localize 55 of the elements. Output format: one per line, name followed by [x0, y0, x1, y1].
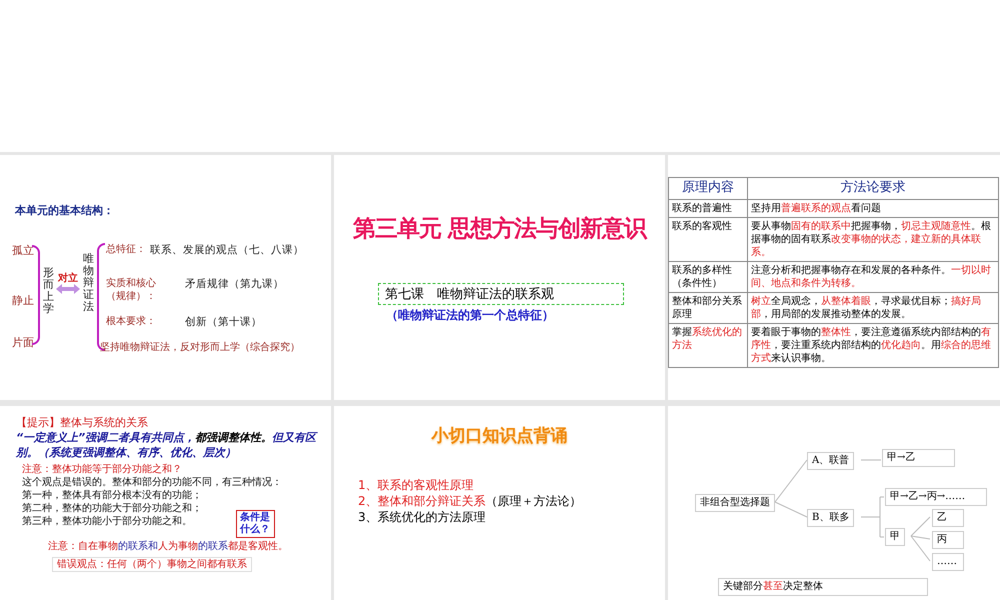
- leaf-node: ……: [932, 553, 964, 571]
- column-header: 方法论要求: [748, 178, 998, 200]
- branch-node: A、联普: [807, 452, 854, 470]
- term-label: 片面: [12, 335, 34, 350]
- slide-heading: 【提示】整体与系统的关系: [16, 416, 149, 430]
- arrow-label: 对立: [58, 271, 78, 285]
- boxed-text: 错误观点：任何（两个）事物之间都有联系: [52, 556, 252, 572]
- leaf-node: 甲→乙→丙→……: [885, 488, 987, 506]
- table-cell: 要从事物固有的联系中把握事物，切忌主观随意性。根据事物的固有联系改变事物的状态，建立新的具体联系。: [748, 217, 998, 262]
- list-item: 2、整体和部分辩证关系（原理＋方法论）: [358, 493, 583, 510]
- item-text: 联系、发展的观点（七、八课）: [150, 243, 304, 257]
- text-box: 关键部分甚至决定整体: [718, 578, 928, 596]
- text-line: 第二种，整体的功能大于部分功能之和；: [21, 502, 202, 515]
- text-line: 这个观点是错误的。整体和部分的功能不同，有三种情况：: [21, 476, 282, 489]
- table-cell: 整体和部分关系原理: [668, 292, 748, 324]
- leaf-node: 甲: [885, 528, 905, 546]
- table-cell: 掌握系统优化的方法: [668, 323, 748, 368]
- vertical-label: 形而上学: [43, 267, 54, 316]
- item-text: 创新（第十课）: [185, 315, 262, 329]
- leaf-node: 丙: [932, 531, 964, 549]
- item-label: 实质和核心 （规律）：: [106, 277, 156, 303]
- slide-title: 小切口知识点背诵: [430, 425, 568, 447]
- subtitle: （唯物辩证法的第一个总特征）: [386, 307, 554, 324]
- note-text: 注意：自在事物的联系和人为事物的联系都是客观性。: [47, 540, 288, 553]
- term-label: 孤立: [12, 243, 34, 258]
- root-node: 非组合型选择题: [695, 494, 775, 512]
- table-cell: 联系的客观性: [668, 217, 748, 262]
- slide-heading: 本单元的基本结构：: [15, 203, 114, 218]
- table-cell: 要着眼于事物的整体性，要注意遵循系统内部结构的有序性，要注重系统内部结构的优化趋向。用综合的思维方式来认识事物。: [748, 323, 998, 368]
- callout-text: 条件是什么？: [236, 510, 275, 538]
- table-cell: 注意分析和把握事物存在和发展的各种条件。一切以时间、地点和条件为转移。: [748, 261, 998, 292]
- slide-title: 第三单元 思想方法与创新意识: [352, 215, 648, 244]
- vertical-label: 唯物辩证法: [83, 253, 94, 314]
- footer-text: 坚持唯物辩证法，反对形而上学（综合探究）: [100, 341, 300, 354]
- term-label: 静止: [12, 293, 34, 308]
- note-text: 注意：整体功能等于部分功能之和？: [21, 462, 183, 476]
- table-cell: 联系的普遍性: [668, 199, 748, 218]
- branch-node: B、联多: [807, 509, 854, 527]
- text-line: 第一种，整体具有部分根本没有的功能；: [21, 488, 202, 502]
- double-arrow-icon: [56, 284, 80, 294]
- list-item: 3、系统优化的方法原理: [358, 509, 487, 526]
- table-cell: 树立全局观念，从整体着眼，寻求最优目标；搞好局部，用局部的发展推动整体的发展。: [748, 292, 998, 324]
- item-text: 矛盾规律（第九课）: [185, 277, 284, 291]
- paragraph: “一定意义上”强调二者具有共同点，都强调整体性。但又有区别。（系统更强调整体、有序、优化、层次）: [16, 431, 319, 460]
- item-label: 根本要求：: [106, 315, 156, 328]
- text-line: 第三种，整体功能小于部分功能之和。: [21, 514, 192, 528]
- lesson-title: 第七课 唯物辩证法的联系观: [378, 283, 624, 305]
- table-cell: 联系的多样性（条件性）: [668, 261, 748, 292]
- connector-line: [860, 496, 884, 538]
- column-header: 原理内容: [668, 178, 748, 200]
- leaf-node: 甲→乙: [882, 449, 955, 467]
- item-label: 总特征：: [106, 243, 146, 256]
- table-cell: 坚持用普遍联系的观点看问题: [748, 199, 998, 218]
- list-item: 1、联系的客观性原理: [358, 477, 475, 494]
- leaf-node: 乙: [932, 509, 964, 527]
